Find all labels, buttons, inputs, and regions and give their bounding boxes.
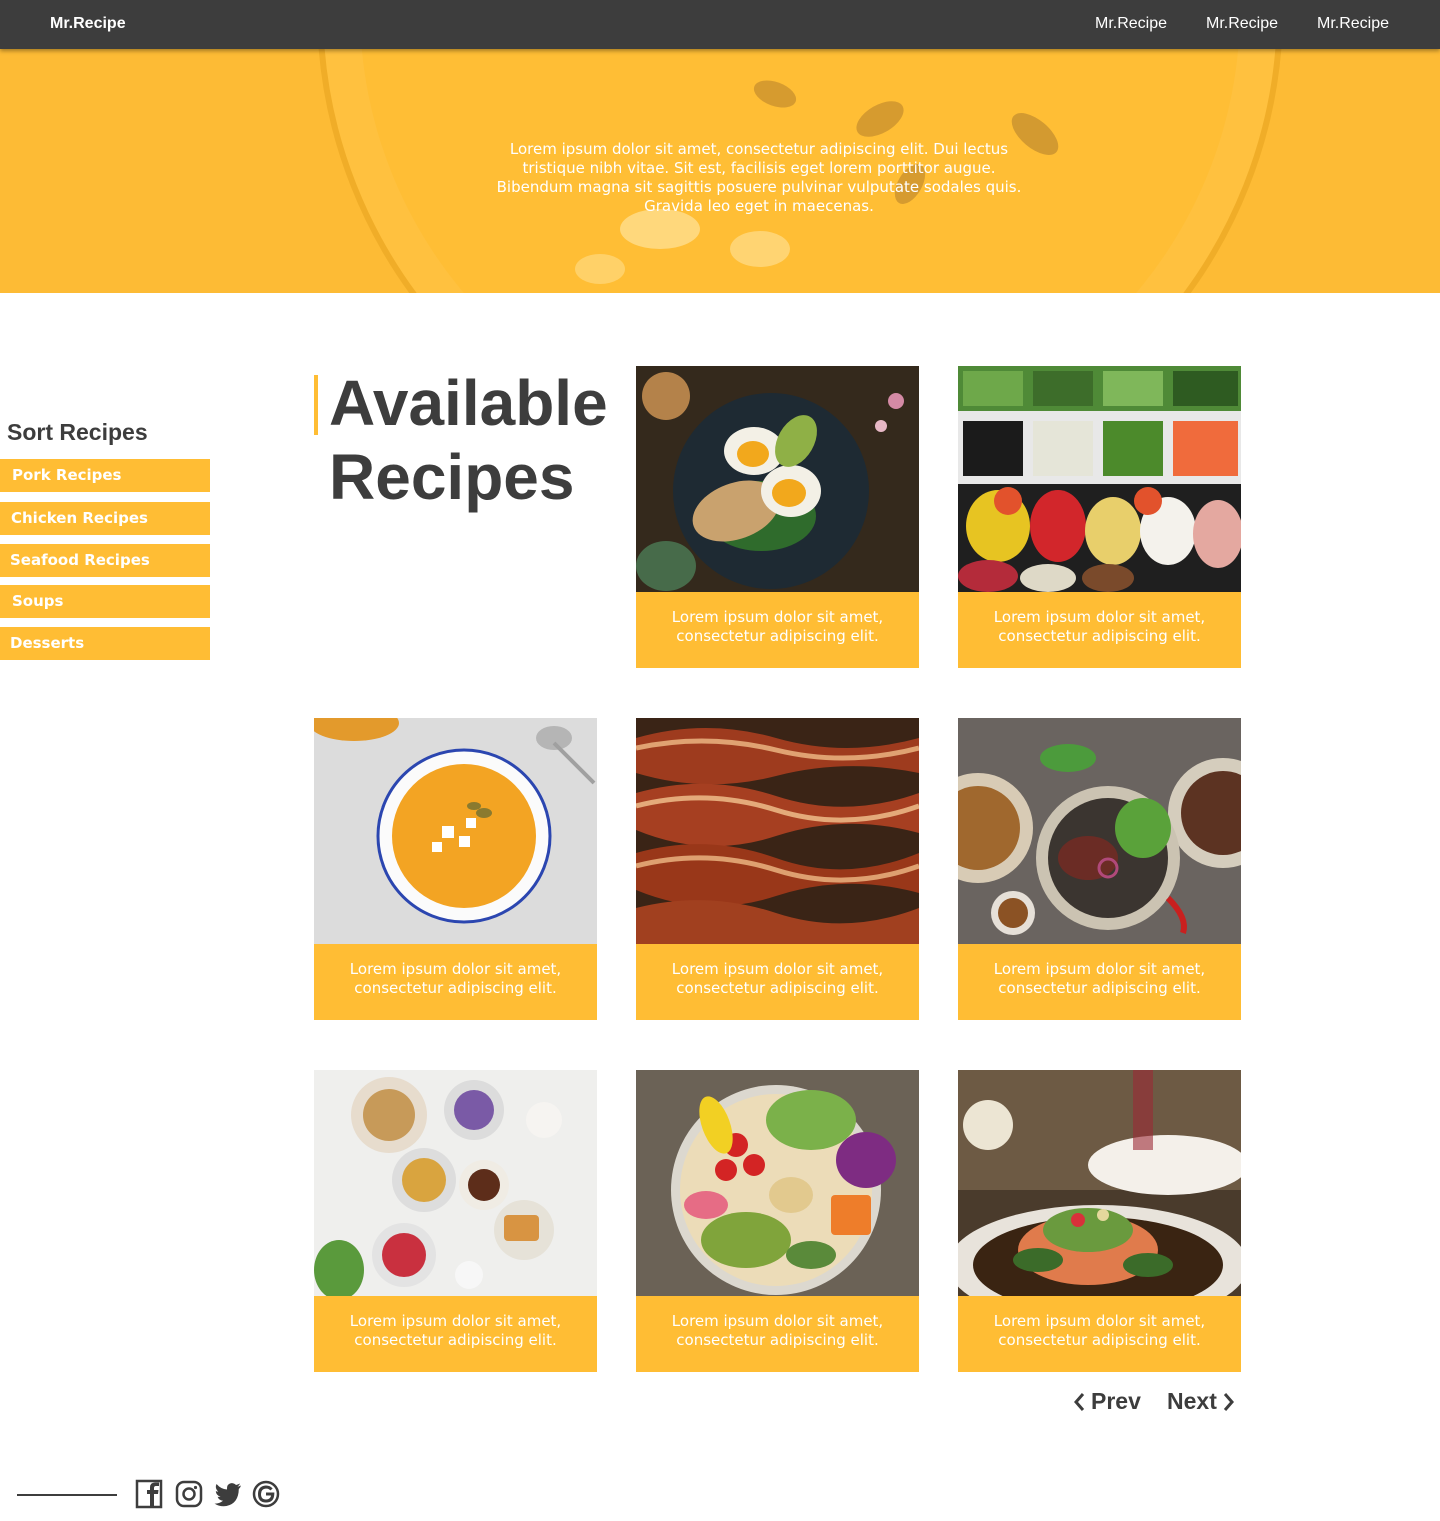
nav-link-1[interactable]: Mr.Recipe — [1095, 15, 1167, 33]
recipe-card[interactable]: Lorem ipsum dolor sit amet, consectetur … — [636, 718, 919, 1020]
recipe-caption: Lorem ipsum dolor sit amet, consectetur … — [636, 1296, 919, 1372]
recipe-image-bacon — [636, 718, 919, 944]
recipe-card[interactable]: Lorem ipsum dolor sit amet, consectetur … — [958, 366, 1241, 668]
hero-banner: Lorem ipsum dolor sit amet, consectetur … — [0, 49, 1440, 293]
google-icon[interactable] — [251, 1478, 281, 1510]
recipe-card[interactable]: Lorem ipsum dolor sit amet, consectetur … — [314, 1070, 597, 1372]
sort-recipes-title: Sort Recipes — [7, 419, 148, 445]
chevron-left-icon — [1074, 1392, 1085, 1411]
recipe-image-breakfast-bowls — [314, 1070, 597, 1296]
recipe-card[interactable]: Lorem ipsum dolor sit amet, consectetur … — [636, 366, 919, 668]
instagram-icon[interactable] — [174, 1478, 204, 1510]
hero-text: Lorem ipsum dolor sit amet, consectetur … — [496, 140, 1022, 215]
recipe-image-salmon-dish — [958, 1070, 1241, 1296]
heading-accent-bar — [314, 375, 318, 435]
navbar: Mr.Recipe Mr.Recipe Mr.Recipe Mr.Recipe — [0, 0, 1440, 49]
prev-button[interactable]: Prev — [1073, 1388, 1141, 1415]
recipe-image-veggie-bowl — [636, 1070, 919, 1296]
footer-divider — [17, 1494, 117, 1496]
sort-item-desserts[interactable]: Desserts — [0, 627, 210, 660]
recipe-caption: Lorem ipsum dolor sit amet, consectetur … — [958, 1296, 1241, 1372]
facebook-icon[interactable] — [135, 1478, 165, 1510]
recipe-caption: Lorem ipsum dolor sit amet, consectetur … — [314, 1296, 597, 1372]
sort-item-soups[interactable]: Soups — [0, 585, 210, 618]
next-label: Next — [1167, 1388, 1217, 1414]
recipe-caption: Lorem ipsum dolor sit amet, consectetur … — [958, 944, 1241, 1020]
page-title-line-2: Recipes — [329, 441, 575, 513]
twitter-icon[interactable] — [213, 1478, 243, 1510]
recipe-card[interactable]: Lorem ipsum dolor sit amet, consectetur … — [636, 1070, 919, 1372]
brand-logo[interactable]: Mr.Recipe — [50, 15, 126, 33]
recipe-image-egg-toast — [636, 366, 919, 592]
recipe-card[interactable]: Lorem ipsum dolor sit amet, consectetur … — [958, 718, 1241, 1020]
recipe-image-salad-bar — [958, 366, 1241, 592]
nav-link-3[interactable]: Mr.Recipe — [1317, 15, 1389, 33]
prev-label: Prev — [1091, 1388, 1141, 1414]
nav-link-2[interactable]: Mr.Recipe — [1206, 15, 1278, 33]
chevron-right-icon — [1223, 1392, 1234, 1411]
recipe-caption: Lorem ipsum dolor sit amet, consectetur … — [958, 592, 1241, 668]
recipe-caption: Lorem ipsum dolor sit amet, consectetur … — [636, 592, 919, 668]
recipe-caption: Lorem ipsum dolor sit amet, consectetur … — [314, 944, 597, 1020]
recipe-image-pumpkin-soup — [314, 718, 597, 944]
sort-item-pork[interactable]: Pork Recipes — [0, 459, 210, 492]
recipe-image-steak-salad — [958, 718, 1241, 944]
next-button[interactable]: Next — [1167, 1388, 1235, 1415]
page-title-line-1: Available — [329, 367, 608, 439]
recipe-card[interactable]: Lorem ipsum dolor sit amet, consectetur … — [314, 718, 597, 1020]
sort-item-chicken[interactable]: Chicken Recipes — [0, 502, 210, 535]
recipe-card[interactable]: Lorem ipsum dolor sit amet, consectetur … — [958, 1070, 1241, 1372]
sort-item-seafood[interactable]: Seafood Recipes — [0, 544, 210, 577]
page-title: Available Recipes — [329, 366, 608, 514]
recipe-caption: Lorem ipsum dolor sit amet, consectetur … — [636, 944, 919, 1020]
